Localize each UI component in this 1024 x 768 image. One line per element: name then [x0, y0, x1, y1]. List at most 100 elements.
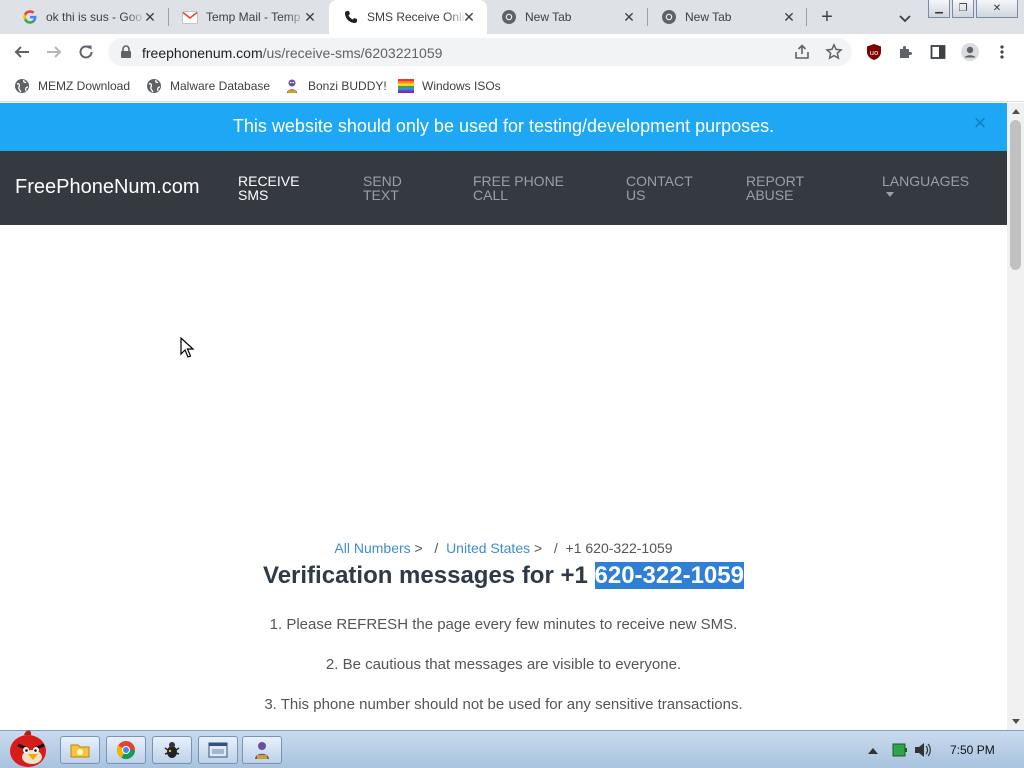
- taskbar-app-button[interactable]: [152, 736, 192, 764]
- breadcrumb-united-states-link[interactable]: United States: [446, 540, 530, 556]
- nav-send-text[interactable]: SEND TEXT: [363, 174, 402, 202]
- nav-receive-sms[interactable]: RECEIVE SMS: [238, 174, 299, 202]
- ublock-extension-icon[interactable]: uo: [864, 42, 884, 62]
- bookmark-label: MEMZ Download: [38, 79, 131, 93]
- nav-languages-dropdown[interactable]: LANGUAGES: [882, 174, 969, 197]
- chrome-icon: [116, 741, 135, 760]
- scroll-down-arrow-icon[interactable]: [1007, 713, 1024, 730]
- page-scrollbar[interactable]: [1007, 103, 1024, 730]
- lock-icon[interactable]: [120, 45, 132, 64]
- title-prefix: Verification messages for +1: [263, 562, 595, 589]
- volume-icon[interactable]: [914, 742, 932, 758]
- close-tab-icon[interactable]: ✕: [781, 9, 797, 25]
- ublock-badge-text: uo: [870, 49, 879, 57]
- address-bar[interactable]: freephonenum.com/us/receive-sms/62032210…: [108, 38, 852, 66]
- tab-temp-mail[interactable]: Temp Mail - Temp ✕: [168, 0, 328, 34]
- site-navbar: FreePhoneNum.com RECEIVE SMS SEND TEXT FRE…: [0, 151, 1007, 225]
- selected-phone-number: 620-322-1059: [594, 562, 744, 589]
- tab-new-tab-1[interactable]: New Tab ✕: [487, 0, 647, 34]
- window-icon: [208, 742, 228, 758]
- tab-title: New Tab: [685, 10, 732, 24]
- bonzi-icon: [255, 742, 269, 759]
- tab-sms-receive[interactable]: SMS Receive Onli ✕: [329, 0, 487, 34]
- bonzi-icon: [284, 78, 300, 94]
- mouse-cursor-icon: [180, 336, 196, 359]
- side-panel-icon[interactable]: [928, 42, 948, 62]
- tab-title: New Tab: [525, 10, 572, 24]
- breadcrumb-all-numbers-link[interactable]: All Numbers: [334, 540, 410, 556]
- nav-line: CALL: [473, 187, 509, 203]
- taskbar-chrome-button[interactable]: [106, 736, 146, 764]
- nav-free-phone-call[interactable]: FREE PHONE CALL: [473, 174, 564, 202]
- chrome-icon: [501, 9, 517, 25]
- globe-icon: [146, 78, 162, 94]
- close-tab-icon[interactable]: ✕: [621, 9, 637, 25]
- bookmark-malware-database[interactable]: Malware Database: [146, 76, 270, 96]
- tab-google[interactable]: ok thi is sus - Goo ✕: [8, 0, 168, 34]
- phone-icon: [343, 9, 359, 25]
- close-tab-icon[interactable]: ✕: [461, 9, 477, 25]
- bookmark-memz-download[interactable]: MEMZ Download: [14, 76, 130, 96]
- breadcrumb-separator: > /: [410, 540, 447, 556]
- url-path: /us/receive-sms/6203221059: [262, 45, 443, 61]
- page-viewport: This website should only be used for tes…: [0, 103, 1007, 730]
- bug-icon: [164, 742, 180, 758]
- testing-warning-banner: This website should only be used for tes…: [0, 103, 1007, 151]
- nav-line: ABUSE: [746, 187, 794, 203]
- instruction-caution: 2. Be cautious that messages are visible…: [325, 656, 682, 673]
- reload-button[interactable]: [74, 40, 98, 64]
- tab-separator: [806, 8, 807, 26]
- back-button[interactable]: [10, 40, 34, 64]
- breadcrumb: All Numbers > / United States > / +1 620…: [0, 540, 1007, 556]
- tab-search-chevron-icon[interactable]: [895, 8, 915, 28]
- close-tab-icon[interactable]: ✕: [302, 9, 318, 25]
- bookmark-star-icon[interactable]: [824, 42, 844, 62]
- tab-title: ok thi is sus - Goo: [46, 10, 143, 24]
- nav-report-abuse[interactable]: REPORT ABUSE: [746, 174, 804, 202]
- scroll-up-arrow-icon[interactable]: [1007, 103, 1024, 120]
- battery-icon[interactable]: [892, 743, 908, 757]
- taskbar-window-button[interactable]: [198, 736, 238, 764]
- gmail-icon: [182, 9, 198, 25]
- bookmark-bonzi-buddy[interactable]: Bonzi BUDDY!: [284, 76, 387, 96]
- system-tray: [864, 731, 1024, 768]
- page-title: Verification messages for +1 620-322-105…: [0, 562, 1007, 590]
- share-icon[interactable]: [792, 42, 812, 62]
- close-banner-icon[interactable]: ×: [971, 112, 989, 134]
- profile-avatar-icon[interactable]: [960, 42, 980, 62]
- url-text: freephonenum.com/us/receive-sms/62032210…: [142, 45, 442, 61]
- tab-new-tab-2[interactable]: New Tab ✕: [647, 0, 807, 34]
- dropdown-caret-icon: [886, 192, 894, 197]
- breadcrumb-separator: > /: [530, 540, 566, 556]
- forward-button[interactable]: [42, 40, 66, 64]
- bookmark-label: Malware Database: [170, 79, 271, 93]
- nav-line: SMS: [238, 187, 269, 203]
- browser-menu-icon[interactable]: [992, 42, 1012, 62]
- breadcrumb-current: +1 620-322-1059: [565, 540, 673, 556]
- site-logo[interactable]: FreePhoneNum.com: [15, 176, 200, 199]
- extensions-puzzle-icon[interactable]: [896, 42, 916, 62]
- close-window-button[interactable]: ✕: [976, 0, 1018, 18]
- bookmark-windows-isos[interactable]: Windows ISOs: [398, 76, 501, 96]
- restore-button[interactable]: ❐: [952, 0, 974, 18]
- chrome-icon: [661, 9, 677, 25]
- minimize-button[interactable]: ▁: [928, 0, 950, 18]
- nav-line: LANGUAGES: [882, 173, 970, 189]
- taskbar-bonzi-button[interactable]: [242, 736, 282, 764]
- scroll-thumb[interactable]: [1010, 120, 1021, 270]
- show-hidden-icons-icon[interactable]: [868, 746, 878, 754]
- taskbar-clock[interactable]: 7:50 PM: [950, 743, 995, 757]
- banner-text: This website should only be used for tes…: [232, 116, 775, 136]
- reload-icon: [79, 45, 93, 59]
- new-tab-button[interactable]: +: [815, 5, 839, 29]
- instruction-sensitive: 3. This phone number should not be used …: [264, 696, 743, 713]
- taskbar-explorer-button[interactable]: [60, 736, 100, 764]
- close-tab-icon[interactable]: ✕: [142, 9, 158, 25]
- tab-title: Temp Mail - Temp: [206, 10, 301, 24]
- nav-line: US: [626, 187, 646, 203]
- start-button-angry-bird-icon[interactable]: [4, 729, 50, 768]
- nav-line: TEXT: [363, 187, 399, 203]
- url-host: freephonenum.com: [142, 45, 263, 61]
- browser-toolbar: freephonenum.com/us/receive-sms/62032210…: [0, 34, 1024, 70]
- nav-contact-us[interactable]: CONTACT US: [626, 174, 693, 202]
